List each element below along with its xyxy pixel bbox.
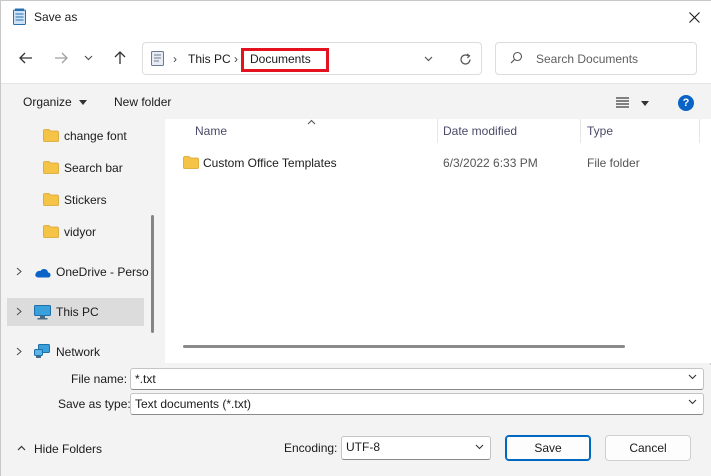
caret-down-icon <box>79 100 88 106</box>
breadcrumb-separator-icon: › <box>234 52 238 66</box>
sidebar-item-stickers[interactable]: Stickers <box>7 186 144 214</box>
file-name: Custom Office Templates <box>203 156 337 170</box>
address-history-button[interactable] <box>418 51 438 67</box>
title-bar: Save as <box>1 1 711 33</box>
onedrive-cloud-icon <box>35 269 51 278</box>
encoding-value: UTF-8 <box>346 440 380 454</box>
list-view-icon <box>616 97 629 108</box>
sidebar-item-label: Network <box>56 345 101 359</box>
chevron-down-icon <box>84 55 92 61</box>
notepad-icon <box>13 8 26 25</box>
file-list: Name Date modified Type Custom Office Te… <box>165 119 711 363</box>
highlight-box <box>241 48 329 72</box>
computer-icon <box>34 305 51 320</box>
save-as-dialog: Save as › This PC › Documents Search Doc… <box>0 0 711 476</box>
chevron-down-icon <box>424 56 432 62</box>
file-name-label: File name: <box>71 372 128 386</box>
file-type: File folder <box>587 156 640 170</box>
address-bar[interactable]: › This PC › Documents <box>142 42 482 75</box>
save-as-type-label: Save as type: <box>58 397 131 411</box>
arrow-right-icon <box>55 52 68 64</box>
refresh-icon <box>459 53 471 65</box>
sidebar-item-search-bar[interactable]: Search bar <box>7 154 144 182</box>
sidebar-item-label: This PC <box>56 305 99 319</box>
help-button[interactable]: ? <box>678 95 694 111</box>
save-as-type-select[interactable]: Text documents (*.txt) <box>130 393 704 415</box>
chevron-right-icon[interactable] <box>16 347 22 356</box>
new-folder-button[interactable]: New folder <box>114 95 171 109</box>
sidebar-item-vidyor[interactable]: vidyor <box>7 218 144 246</box>
chevron-up-icon <box>17 445 26 451</box>
column-header-date-modified[interactable]: Date modified <box>443 124 517 138</box>
up-button[interactable] <box>106 43 134 73</box>
forward-button[interactable] <box>47 43 75 73</box>
column-divider[interactable] <box>699 119 700 143</box>
navigation-bar: › This PC › Documents Search Documents <box>1 33 711 83</box>
sidebar-item-label: vidyor <box>64 225 97 239</box>
sidebar-item-label: OneDrive - Perso <box>56 265 149 279</box>
column-header-name[interactable]: Name <box>195 124 227 138</box>
window-title: Save as <box>34 10 78 24</box>
save-form: File name: *.txt Save as type: Text docu… <box>1 365 711 476</box>
encoding-label: Encoding: <box>284 441 338 455</box>
sidebar-item-label: change font <box>64 129 127 143</box>
chevron-right-icon[interactable] <box>16 307 22 316</box>
sidebar-item-onedrive[interactable]: OneDrive - Perso <box>7 258 149 286</box>
refresh-button[interactable] <box>455 50 475 68</box>
search-input[interactable]: Search Documents <box>495 42 697 75</box>
chevron-down-icon <box>688 399 697 405</box>
sidebar-item-change-font[interactable]: change font <box>7 122 144 150</box>
sidebar-item-label: Stickers <box>64 193 107 207</box>
folder-icon <box>43 225 59 238</box>
navigation-pane: change font Search bar Stickers vidyor O… <box>1 119 159 365</box>
folder-icon <box>43 193 59 206</box>
column-divider[interactable] <box>437 119 438 143</box>
save-button[interactable]: Save <box>505 435 591 461</box>
arrow-up-icon <box>114 51 126 64</box>
network-icon <box>34 344 50 358</box>
hide-folders-label: Hide Folders <box>34 442 103 456</box>
sort-ascending-icon <box>307 119 316 125</box>
organize-button[interactable]: Organize <box>23 95 88 109</box>
table-row[interactable]: Custom Office Templates 6/3/2022 6:33 PM… <box>175 152 695 174</box>
help-icon: ? <box>682 97 690 109</box>
chevron-right-icon[interactable] <box>16 267 22 276</box>
search-placeholder: Search Documents <box>536 52 639 66</box>
search-icon <box>510 51 523 64</box>
sidebar-item-label: Search bar <box>64 161 123 175</box>
file-date-modified: 6/3/2022 6:33 PM <box>443 156 538 170</box>
sidebar-scrollbar[interactable] <box>151 215 154 333</box>
encoding-select[interactable]: UTF-8 <box>341 436 491 460</box>
folder-icon <box>183 156 199 169</box>
cancel-button[interactable]: Cancel <box>605 435 691 461</box>
folder-icon <box>43 129 59 142</box>
back-button[interactable] <box>12 43 40 73</box>
file-name-field[interactable]: *.txt <box>130 368 704 390</box>
horizontal-scrollbar[interactable] <box>183 345 625 348</box>
breadcrumb-this-pc[interactable]: This PC <box>188 52 231 66</box>
chevron-down-icon[interactable] <box>688 374 697 380</box>
command-bar: Organize New folder ? <box>1 83 711 119</box>
chevron-down-icon <box>475 444 484 450</box>
close-button[interactable] <box>677 1 711 33</box>
sidebar-item-network[interactable]: Network <box>7 338 144 365</box>
file-name-value: *.txt <box>135 372 156 386</box>
column-divider[interactable] <box>580 119 581 143</box>
change-view-button[interactable] <box>614 93 654 111</box>
folder-icon <box>43 161 59 174</box>
breadcrumb-separator-icon: › <box>173 52 177 66</box>
save-as-type-value: Text documents (*.txt) <box>135 397 252 411</box>
recent-locations-button[interactable] <box>78 43 98 73</box>
documents-icon <box>151 51 164 66</box>
column-header-type[interactable]: Type <box>587 124 613 138</box>
sidebar-item-this-pc[interactable]: This PC <box>7 298 144 326</box>
close-icon <box>688 11 700 23</box>
arrow-left-icon <box>19 52 32 64</box>
organize-label: Organize <box>23 95 72 109</box>
caret-down-icon <box>641 101 649 106</box>
